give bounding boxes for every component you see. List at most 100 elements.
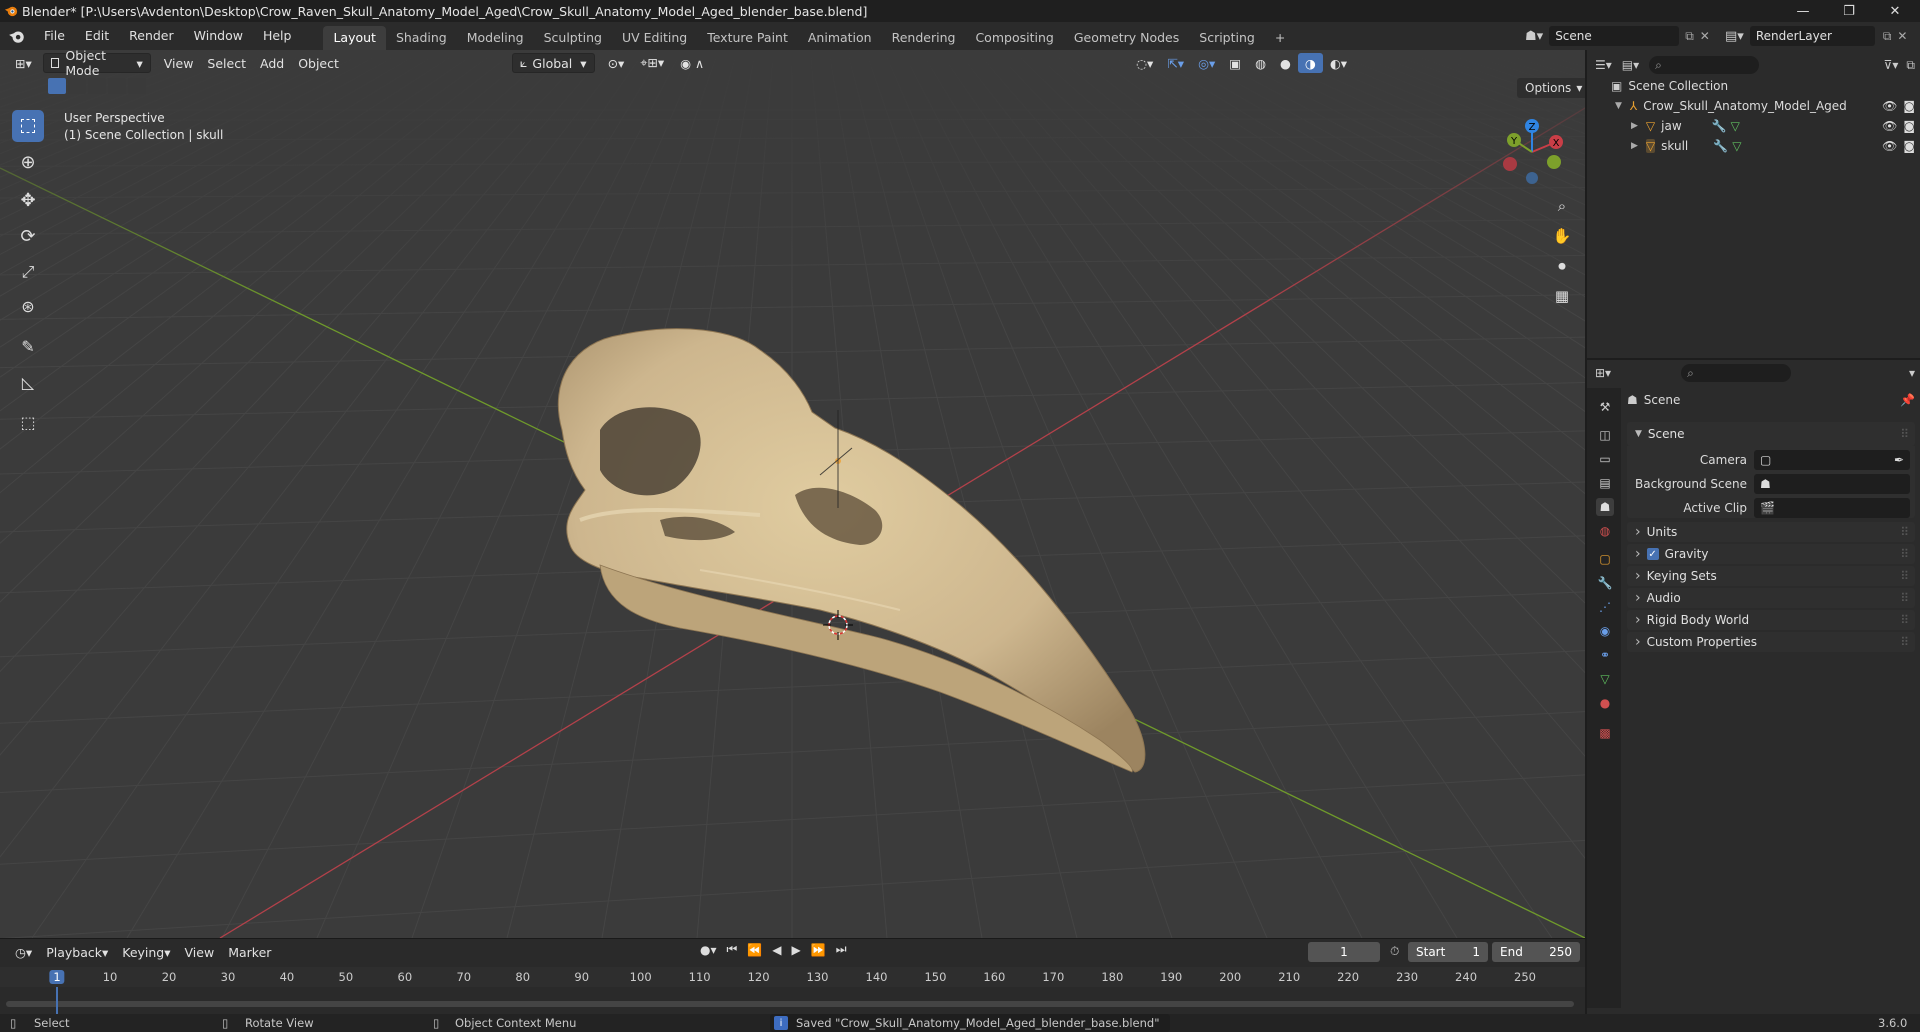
neg-z-axis-icon[interactable] bbox=[1526, 172, 1538, 184]
material-tab-icon[interactable]: ● bbox=[1596, 694, 1614, 712]
new-view-layer-icon[interactable]: ⧉ bbox=[1883, 29, 1892, 44]
proportional-edit-icon[interactable]: ◉ ∧ bbox=[673, 53, 711, 73]
transform-orientation-dropdown[interactable]: ⟀ Global ▾ bbox=[511, 53, 595, 73]
properties-editor[interactable]: ⊞▾ ⌕ ▾ ⚒ ◫ ▭ ▤ ☗ ◍ ▢ 🔧 ⋰ ◉ ⚭ ▽ ● ▩ ☗ Sce… bbox=[1587, 360, 1920, 1014]
properties-search-input[interactable]: ⌕ bbox=[1681, 364, 1792, 382]
workspace-tab-uv-editing[interactable]: UV Editing bbox=[612, 26, 697, 50]
minimize-button[interactable]: — bbox=[1780, 0, 1826, 22]
select-subtract-icon[interactable] bbox=[88, 78, 106, 94]
visibility-icon[interactable]: ◌▾ bbox=[1129, 53, 1160, 73]
timeline-menu-marker[interactable]: Marker bbox=[221, 942, 278, 962]
blender-menu-icon[interactable] bbox=[8, 27, 26, 45]
workspace-tab-texture-paint[interactable]: Texture Paint bbox=[697, 26, 798, 50]
workspace-tab-animation[interactable]: Animation bbox=[798, 26, 882, 50]
menu-edit[interactable]: Edit bbox=[75, 22, 119, 50]
workspace-tab-geometry-nodes[interactable]: Geometry Nodes bbox=[1064, 26, 1189, 50]
move-tool[interactable]: ✥ bbox=[12, 184, 44, 216]
constraints-tab-icon[interactable]: ⚭ bbox=[1596, 646, 1614, 664]
menu-help[interactable]: Help bbox=[253, 22, 302, 50]
end-frame-field[interactable]: End 250 bbox=[1492, 942, 1580, 962]
outliner-object-skull[interactable]: ▶ ▽ skull 🔧 ▽ 👁 ◙ bbox=[1631, 136, 1915, 156]
frame-ruler[interactable]: 1 10 20 30 40 50 60 70 80 90 100 110 120 130 140 150 160… bbox=[0, 967, 1585, 987]
timeline-menu-playback[interactable]: Playback ▾ bbox=[39, 942, 115, 962]
stopwatch-icon[interactable]: ⏱ bbox=[1390, 944, 1399, 959]
viewport-menu-object[interactable]: Object bbox=[291, 53, 346, 73]
camera-field[interactable]: ▢ ✒ bbox=[1754, 450, 1910, 470]
eye-icon[interactable]: 👁 bbox=[1882, 139, 1897, 153]
rotate-tool[interactable]: ⟳ bbox=[12, 220, 44, 252]
jump-end-icon[interactable]: ⏭ bbox=[836, 942, 847, 957]
editor-type-icon[interactable]: ⊞▾ bbox=[8, 53, 39, 73]
neg-y-axis-icon[interactable] bbox=[1547, 155, 1561, 169]
maximize-button[interactable]: ❐ bbox=[1826, 0, 1872, 22]
record-icon[interactable]: ●▾ bbox=[700, 943, 717, 957]
perspective-toggle-icon[interactable]: ▦ bbox=[1548, 282, 1576, 310]
workspace-tab-layout[interactable]: Layout bbox=[323, 26, 386, 50]
select-invert-icon[interactable] bbox=[108, 78, 126, 94]
properties-editor-type-icon[interactable]: ⊞▾ bbox=[1595, 366, 1611, 380]
workspace-tab-sculpting[interactable]: Sculpting bbox=[534, 26, 612, 50]
outliner-editor[interactable]: ☰▾ ▤▾ ⌕ ⊽▾ ⧉ ▣ Scene Collection ▼ ⅄ Crow… bbox=[1587, 50, 1920, 358]
delete-scene-icon[interactable]: ✕ bbox=[1700, 29, 1710, 43]
workspace-tab-rendering[interactable]: Rendering bbox=[882, 26, 966, 50]
subpanel-rigid-body-world[interactable]: › Rigid Body World ⠿ bbox=[1627, 610, 1915, 630]
drag-handle-icon[interactable]: ⠿ bbox=[1900, 635, 1909, 649]
zoom-view-icon[interactable]: ⌕ bbox=[1548, 192, 1576, 220]
xray-toggle-icon[interactable]: ▣ bbox=[1222, 53, 1248, 73]
active-clip-field[interactable]: 🎬 bbox=[1754, 498, 1910, 518]
jump-keyframe-forward-icon[interactable]: ⏩ bbox=[811, 943, 826, 957]
filter-icon[interactable]: ⊽▾ bbox=[1884, 58, 1899, 72]
workspace-tab-scripting[interactable]: Scripting bbox=[1189, 26, 1265, 50]
scene-selector[interactable]: ☗▾ Scene ⧉ ✕ bbox=[1525, 25, 1710, 47]
navigation-gizmo[interactable]: X Z Y bbox=[1492, 112, 1572, 192]
options-dropdown[interactable]: Options ▾ bbox=[1517, 78, 1585, 98]
chevron-down-icon[interactable]: ▾ bbox=[1909, 366, 1915, 380]
cursor-tool[interactable]: ⊕ bbox=[12, 146, 44, 178]
new-scene-icon[interactable]: ⧉ bbox=[1685, 29, 1694, 44]
view-layer-selector[interactable]: ▤▾ RenderLayer ⧉ ✕ bbox=[1725, 25, 1907, 47]
world-tab-icon[interactable]: ◍ bbox=[1596, 522, 1614, 540]
render-tab-icon[interactable]: ◫ bbox=[1596, 426, 1614, 444]
scale-tool[interactable]: ⤢ bbox=[12, 256, 44, 288]
snap-icon[interactable]: ⌖⊞▾ bbox=[633, 53, 671, 73]
subpanel-units[interactable]: › Units ⠿ bbox=[1627, 522, 1915, 542]
gizmo-toggle-icon[interactable]: ⇱▾ bbox=[1160, 53, 1191, 73]
outliner-editor-type-icon[interactable]: ☰▾ bbox=[1595, 58, 1612, 72]
workspace-tab-compositing[interactable]: Compositing bbox=[965, 26, 1063, 50]
pan-view-icon[interactable]: ✋ bbox=[1548, 222, 1576, 250]
subpanel-keying-sets[interactable]: › Keying Sets ⠿ bbox=[1627, 566, 1915, 586]
display-mode-icon[interactable]: ▤▾ bbox=[1622, 58, 1639, 72]
timeline-menu-keying[interactable]: Keying ▾ bbox=[115, 942, 177, 962]
scene-name-field[interactable]: Scene bbox=[1549, 26, 1680, 46]
eye-icon[interactable]: 👁 bbox=[1882, 99, 1897, 113]
timeline-editor[interactable]: ◷▾ Playback ▾ Keying ▾ View Marker ●▾ ⏮ ⏪ ◀… bbox=[0, 938, 1585, 1015]
measure-tool[interactable]: ◺ bbox=[12, 366, 44, 398]
timeline-scrollbar[interactable] bbox=[6, 1001, 1574, 1007]
subpanel-custom-properties[interactable]: › Custom Properties ⠿ bbox=[1627, 632, 1915, 652]
workspace-tab-shading[interactable]: Shading bbox=[386, 26, 457, 50]
menu-window[interactable]: Window bbox=[184, 22, 253, 50]
select-extend-icon[interactable] bbox=[68, 78, 86, 94]
workspace-tab-modeling[interactable]: Modeling bbox=[457, 26, 534, 50]
timeline-editor-type-icon[interactable]: ◷▾ bbox=[8, 942, 39, 962]
add-cube-tool[interactable]: ⬚ bbox=[12, 406, 44, 438]
camera-icon[interactable]: ◙ bbox=[1903, 139, 1915, 153]
camera-icon[interactable]: ◙ bbox=[1903, 99, 1915, 113]
menu-file[interactable]: File bbox=[34, 22, 75, 50]
wireframe-shading-icon[interactable]: ◍ bbox=[1248, 53, 1273, 73]
3d-viewport[interactable]: ⊞▾ Object Mode ▾ View Select Add Object ⟀ Gl… bbox=[0, 50, 1585, 938]
select-box-tool[interactable] bbox=[12, 110, 44, 142]
drag-handle-icon[interactable]: ⠿ bbox=[1900, 591, 1909, 605]
outliner-object-jaw[interactable]: ▶ ▽ jaw 🔧 ▽ 👁 ◙ bbox=[1631, 116, 1915, 136]
tool-tab-icon[interactable]: ⚒ bbox=[1596, 398, 1614, 416]
viewport-menu-view[interactable]: View bbox=[157, 53, 201, 73]
subpanel-gravity[interactable]: › ✓ Gravity ⠿ bbox=[1627, 544, 1915, 564]
view-layer-tab-icon[interactable]: ▤ bbox=[1596, 474, 1614, 492]
neg-x-axis-icon[interactable] bbox=[1503, 157, 1517, 171]
mode-dropdown[interactable]: Object Mode ▾ bbox=[42, 50, 151, 78]
scene-tab-icon[interactable]: ☗ bbox=[1596, 498, 1614, 516]
scene-panel-header[interactable]: ▼ Scene ⠿ bbox=[1627, 422, 1915, 446]
viewport-menu-add[interactable]: Add bbox=[253, 53, 291, 73]
jump-keyframe-back-icon[interactable]: ⏪ bbox=[747, 943, 762, 957]
camera-view-icon[interactable]: ⏺ bbox=[1548, 252, 1576, 280]
